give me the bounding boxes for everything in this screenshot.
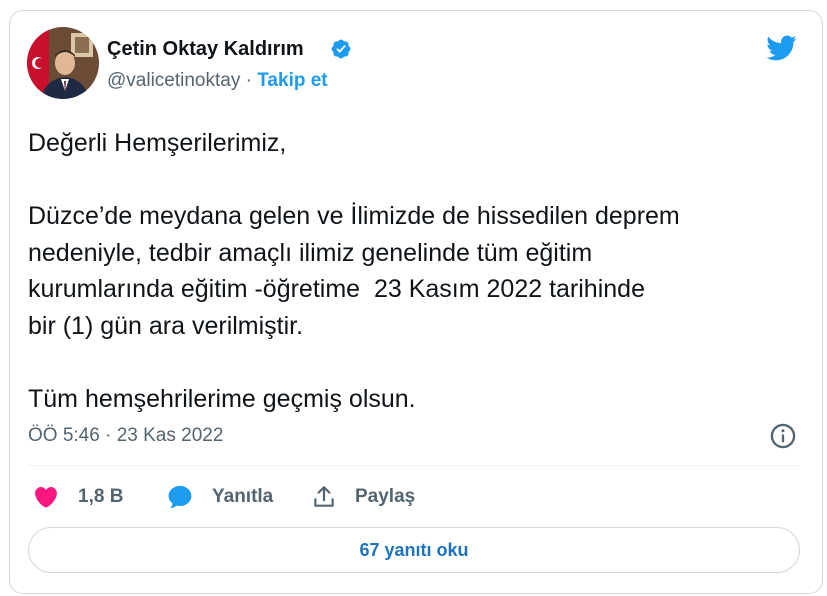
author-name[interactable]: Çetin Oktay Kaldırım xyxy=(107,38,304,61)
share-label: Paylaş xyxy=(355,486,416,507)
reply-label: Yanıtla xyxy=(212,486,274,507)
tweet-text: Değerli Hemşerilerimiz, Düzce’de meydana… xyxy=(28,129,680,413)
heart-icon xyxy=(35,486,57,508)
reply-button[interactable]: Yanıtla xyxy=(166,482,273,512)
reply-bubble-icon xyxy=(168,485,192,509)
author-handle[interactable]: @valicetinoktay xyxy=(107,70,240,91)
likes-count: 1,8 B xyxy=(78,486,124,507)
twitter-bird-icon[interactable] xyxy=(762,32,800,64)
handle-separator: · xyxy=(240,70,258,91)
tweet-timestamp[interactable]: ÖÖ 5:46 · 23 Kas 2022 xyxy=(28,425,223,447)
divider xyxy=(28,465,800,466)
handle-line: @valicetinoktay · Takip et xyxy=(107,70,328,92)
verified-badge-icon xyxy=(331,39,351,59)
avatar[interactable] xyxy=(27,27,99,99)
like-button[interactable]: 1,8 B xyxy=(32,482,123,512)
info-icon[interactable] xyxy=(769,422,797,450)
share-button[interactable]: Paylaş xyxy=(311,482,415,512)
share-icon xyxy=(314,486,334,507)
follow-link[interactable]: Takip et xyxy=(257,70,327,91)
read-replies-button[interactable]: 67 yanıtı oku xyxy=(28,527,800,573)
